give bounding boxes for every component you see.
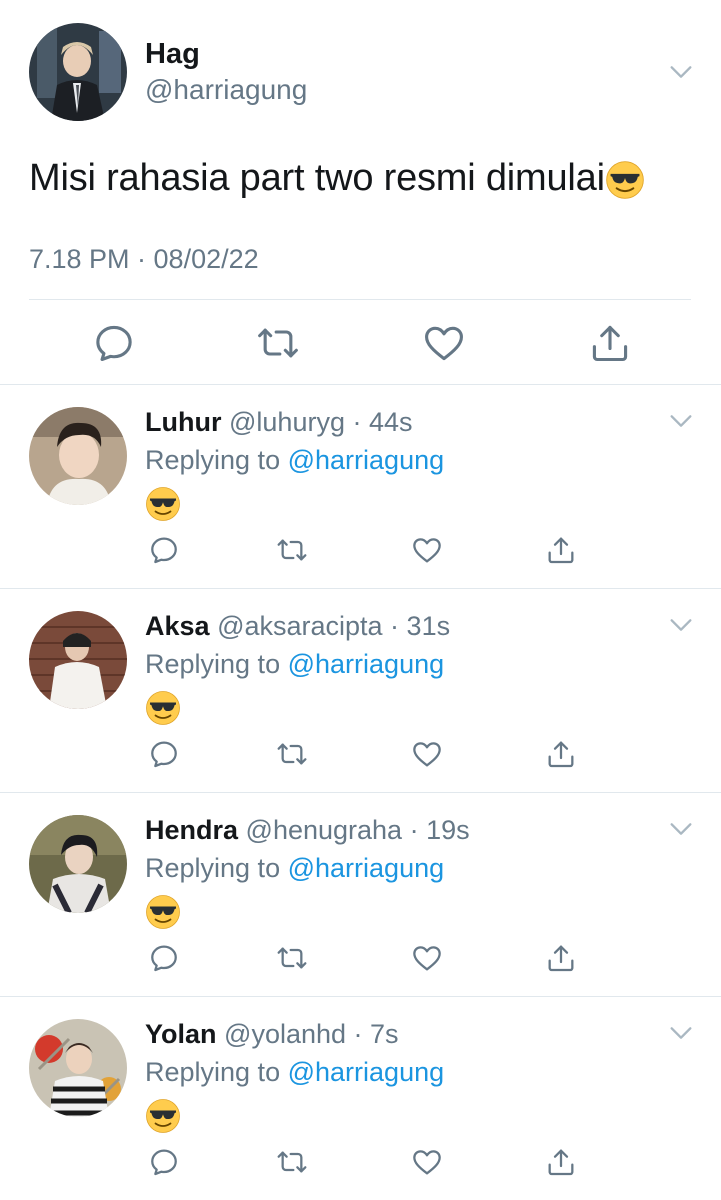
tweet-text-content: Misi rahasia part two resmi dimulai: [29, 157, 605, 199]
sunglasses-emoji-icon: [605, 160, 645, 200]
separator: ·: [382, 611, 407, 641]
replying-to-label: Replying to: [145, 853, 281, 883]
avatar[interactable]: [29, 407, 127, 505]
chevron-down-icon[interactable]: [667, 815, 695, 843]
chevron-down-icon[interactable]: [667, 1019, 695, 1047]
reply-time[interactable]: 7s: [370, 1019, 399, 1049]
reply-icon[interactable]: [148, 942, 180, 974]
separator: ·: [346, 1019, 371, 1049]
share-icon[interactable]: [545, 1146, 577, 1178]
sunglasses-emoji-icon: [145, 486, 181, 522]
display-name[interactable]: Hag: [145, 38, 200, 71]
chevron-down-icon[interactable]: [667, 58, 695, 86]
like-icon[interactable]: [411, 738, 443, 770]
replying-to-label: Replying to: [145, 445, 281, 475]
like-icon[interactable]: [422, 321, 466, 365]
reply-time[interactable]: 44s: [369, 407, 413, 437]
sunglasses-emoji-icon: [145, 1098, 181, 1134]
share-icon[interactable]: [588, 321, 632, 365]
reply-header: Hendra @henugraha · 19s: [145, 815, 470, 846]
reply-icon[interactable]: [148, 738, 180, 770]
avatar[interactable]: [29, 23, 127, 121]
avatar[interactable]: [29, 815, 127, 913]
display-name[interactable]: Luhur: [145, 407, 221, 437]
tweet-text: Misi rahasia part two resmi dimulai: [29, 157, 645, 200]
mention-link[interactable]: @harriagung: [288, 853, 445, 883]
share-icon[interactable]: [545, 738, 577, 770]
reply-tweet[interactable]: Aksa @aksaracipta · 31s Replying to @har…: [0, 589, 721, 792]
replying-to: Replying to @harriagung: [145, 445, 444, 476]
reply-time[interactable]: 19s: [426, 815, 470, 845]
retweet-icon[interactable]: [276, 942, 308, 974]
chevron-down-icon[interactable]: [667, 407, 695, 435]
reply-tweet[interactable]: Hendra @henugraha · 19s Replying to @har…: [0, 793, 721, 996]
reply-header: Luhur @luhuryg · 44s: [145, 407, 413, 438]
user-handle[interactable]: @luhuryg: [229, 407, 345, 437]
retweet-icon[interactable]: [276, 738, 308, 770]
reply-tweet[interactable]: Yolan @yolanhd · 7s Replying to @harriag…: [0, 997, 721, 1200]
replying-to-label: Replying to: [145, 1057, 281, 1087]
mention-link[interactable]: @harriagung: [288, 649, 445, 679]
display-name[interactable]: Aksa: [145, 611, 210, 641]
user-handle[interactable]: @henugraha: [246, 815, 403, 845]
reply-header: Yolan @yolanhd · 7s: [145, 1019, 399, 1050]
replying-to-label: Replying to: [145, 649, 281, 679]
reply-header: Aksa @aksaracipta · 31s: [145, 611, 450, 642]
chevron-down-icon[interactable]: [667, 611, 695, 639]
replying-to: Replying to @harriagung: [145, 853, 444, 884]
retweet-icon[interactable]: [256, 321, 300, 365]
display-name[interactable]: Yolan: [145, 1019, 217, 1049]
avatar[interactable]: [29, 611, 127, 709]
main-tweet[interactable]: Hag @harriagung Misi rahasia part two re…: [0, 0, 721, 385]
like-icon[interactable]: [411, 1146, 443, 1178]
reply-tweet[interactable]: Luhur @luhuryg · 44s Replying to @harria…: [0, 385, 721, 588]
user-handle[interactable]: @yolanhd: [224, 1019, 346, 1049]
avatar[interactable]: [29, 1019, 127, 1117]
separator: ·: [344, 407, 369, 437]
display-name[interactable]: Hendra: [145, 815, 238, 845]
tweet-timestamp[interactable]: 7.18 PM · 08/02/22: [29, 244, 259, 275]
reply-icon[interactable]: [148, 534, 180, 566]
sunglasses-emoji-icon: [145, 894, 181, 930]
mention-link[interactable]: @harriagung: [288, 1057, 445, 1087]
retweet-icon[interactable]: [276, 1146, 308, 1178]
retweet-icon[interactable]: [276, 534, 308, 566]
replying-to: Replying to @harriagung: [145, 649, 444, 680]
divider: [29, 299, 691, 300]
user-handle[interactable]: @harriagung: [145, 74, 307, 106]
replying-to: Replying to @harriagung: [145, 1057, 444, 1088]
share-icon[interactable]: [545, 942, 577, 974]
reply-icon[interactable]: [92, 321, 136, 365]
sunglasses-emoji-icon: [145, 690, 181, 726]
like-icon[interactable]: [411, 534, 443, 566]
share-icon[interactable]: [545, 534, 577, 566]
user-handle[interactable]: @aksaracipta: [217, 611, 382, 641]
like-icon[interactable]: [411, 942, 443, 974]
separator: ·: [402, 815, 427, 845]
reply-icon[interactable]: [148, 1146, 180, 1178]
reply-time[interactable]: 31s: [407, 611, 451, 641]
mention-link[interactable]: @harriagung: [288, 445, 445, 475]
